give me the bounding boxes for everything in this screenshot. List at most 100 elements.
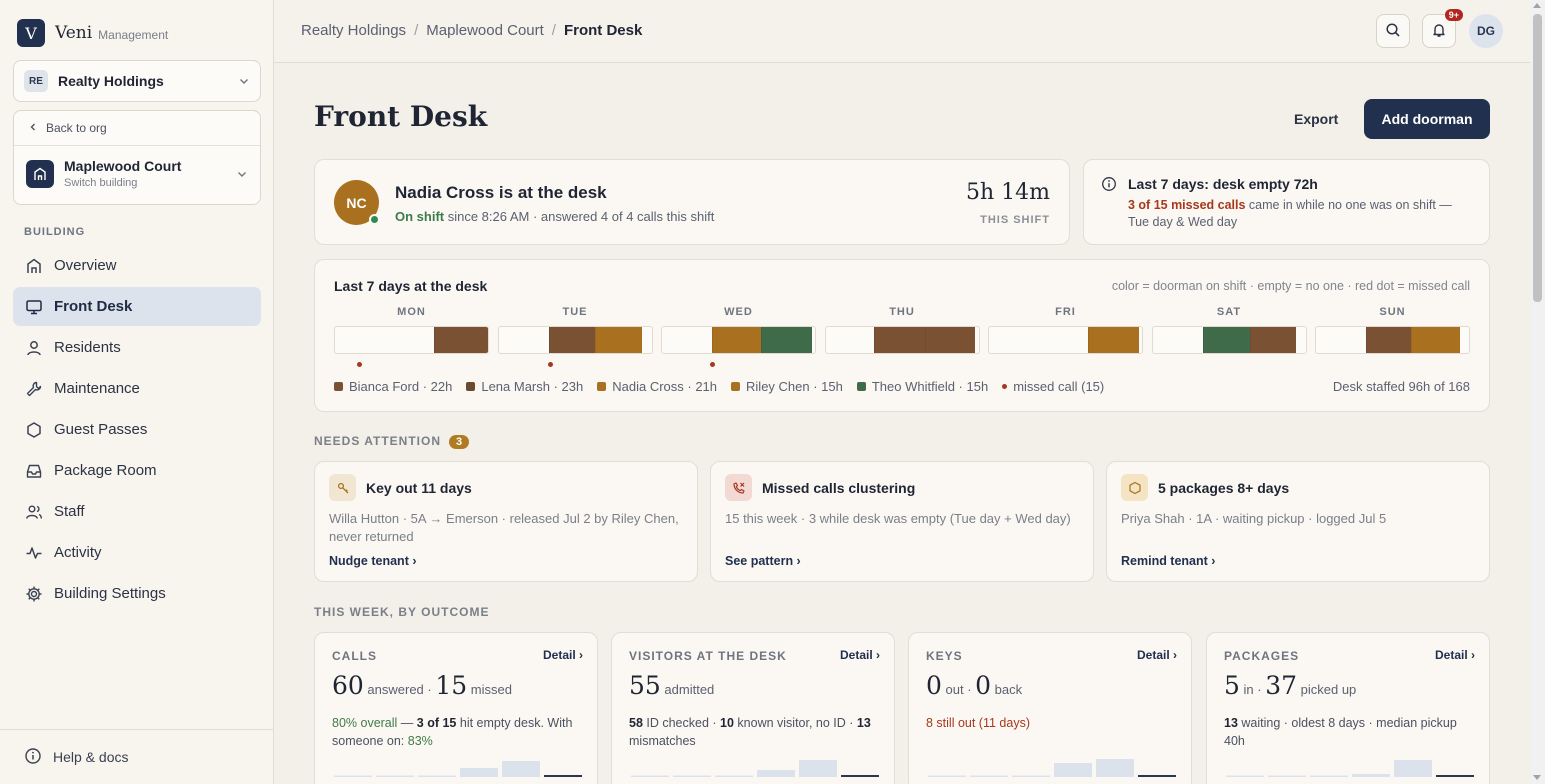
attention-card-packages: 5 packages 8+ days Priya Shah · 1A · wai… (1106, 461, 1490, 582)
shift-segment[interactable] (712, 327, 762, 353)
scrollbar-thumb[interactable] (1533, 14, 1542, 302)
shift-duration-label: THIS SHIFT (980, 214, 1050, 226)
brand-subtitle: Management (98, 27, 169, 42)
nudge-tenant-link[interactable]: Nudge tenant › (329, 554, 417, 568)
sidebar-item-building-settings[interactable]: Building Settings (13, 574, 261, 613)
spark-bar (1138, 775, 1176, 777)
shift-segment[interactable] (924, 327, 976, 353)
sidebar-item-residents[interactable]: Residents (13, 328, 261, 367)
scroll-down-arrow[interactable] (1533, 775, 1541, 780)
kpi-unit: admitted (660, 682, 715, 697)
search-button[interactable] (1376, 14, 1410, 48)
kpi-detail-link[interactable]: Detail › (1137, 648, 1177, 662)
breadcrumb-item[interactable]: Realty Holdings (301, 22, 406, 39)
breadcrumb-item[interactable]: Maplewood Court (426, 22, 544, 39)
shift-segment[interactable] (548, 327, 595, 353)
sidebar-item-package-room[interactable]: Package Room (13, 451, 261, 490)
brand[interactable]: V Veni Management (17, 19, 168, 47)
day-shift-bar[interactable] (1151, 326, 1307, 354)
legend-item: Lena Marsh · 23h (466, 379, 583, 394)
sidebar-item-label: Guest Passes (54, 421, 148, 438)
user-avatar[interactable]: DG (1469, 14, 1503, 48)
kpi-card-visitors: VISITORS AT THE DESK Detail › 55 admitte… (611, 632, 895, 784)
key-icon (329, 474, 356, 501)
shift-segment[interactable] (1410, 327, 1460, 353)
legend-swatch (856, 382, 866, 391)
sidebar-item-overview[interactable]: Overview (13, 246, 261, 285)
shift-segment[interactable] (434, 327, 488, 353)
legend-label: missed call (15) (1013, 379, 1105, 394)
day-column: THU (824, 306, 980, 354)
spark-bar (1012, 775, 1050, 777)
spark-bar (418, 775, 456, 777)
shift-segment[interactable] (874, 327, 925, 353)
scroll-up-arrow[interactable] (1533, 3, 1541, 8)
kpi-detail-link[interactable]: Detail › (840, 648, 880, 662)
kpi-label: VISITORS AT THE DESK (629, 649, 787, 663)
kpi-note-strong: 10 (720, 716, 734, 730)
sidebar-item-label: Overview (54, 257, 117, 274)
week-title: Last 7 days at the desk (334, 278, 488, 294)
shift-segment[interactable] (1250, 327, 1297, 353)
day-shift-bar[interactable] (497, 326, 653, 354)
shift-segment[interactable] (761, 327, 812, 353)
shift-segment[interactable] (1202, 327, 1251, 353)
day-shift-bar[interactable] (661, 326, 816, 354)
building-switcher[interactable]: Maplewood Court Switch building (14, 146, 260, 189)
notifications-button[interactable]: 9+ (1422, 9, 1463, 48)
sidebar-item-maintenance[interactable]: Maintenance (13, 369, 261, 408)
chevron-down-icon (236, 168, 248, 180)
sidebar-item-label: Maintenance (54, 380, 140, 397)
day-shift-bar[interactable] (824, 326, 980, 354)
kpi-card-calls: CALLS Detail › 60 answered · 15 missed 8… (314, 632, 598, 784)
day-shift-bar[interactable] (334, 326, 489, 354)
desk-empty-title: Last 7 days: desk empty 72h (1128, 176, 1318, 192)
day-name: MON (397, 306, 426, 318)
day-column: MON (334, 306, 489, 354)
sidebar-item-staff[interactable]: Staff (13, 492, 261, 531)
day-column: SUN (1315, 306, 1470, 354)
add-doorman-button[interactable]: Add doorman (1364, 99, 1490, 139)
sidebar-item-activity[interactable]: Activity (13, 533, 261, 572)
org-selector[interactable]: RE Realty Holdings (13, 60, 261, 102)
kpi-detail-link[interactable]: Detail › (1435, 648, 1475, 662)
legend-label: Lena Marsh · 23h (481, 379, 584, 394)
export-button[interactable]: Export (1280, 100, 1352, 138)
spark-bar (1054, 763, 1092, 777)
sidebar-item-label: Activity (54, 544, 102, 561)
desk-empty-text: 3 of 15 missed calls came in while no on… (1128, 197, 1473, 231)
scrollbar[interactable] (1530, 0, 1545, 784)
sidebar-item-guest-passes[interactable]: Guest Passes (13, 410, 261, 449)
shift-segment[interactable] (1366, 327, 1411, 353)
shift-segment[interactable] (594, 327, 643, 353)
spark-bar (1268, 775, 1306, 777)
help-docs-link[interactable]: Help & docs (0, 729, 273, 784)
phone-missed-icon (725, 474, 752, 501)
kpi-note-text: mismatches (629, 734, 696, 748)
spark-bar (1352, 774, 1390, 777)
day-shift-bar[interactable] (988, 326, 1143, 354)
attention-title: 5 packages 8+ days (1158, 480, 1290, 496)
day-shift-bar[interactable] (1315, 326, 1470, 354)
shift-segment[interactable] (1088, 327, 1139, 353)
remind-tenant-link[interactable]: Remind tenant › (1121, 554, 1215, 568)
calls-sparkline (334, 761, 582, 777)
org-badge: RE (24, 70, 48, 92)
back-to-org-link[interactable]: Back to org (14, 111, 260, 146)
day-name: SAT (1216, 306, 1242, 318)
sidebar: V Veni Management RE Realty Holdings Bac… (0, 0, 274, 784)
breadcrumb-separator: / (551, 22, 556, 39)
spark-bar (928, 775, 966, 777)
shift-duration: 5h 14m (965, 180, 1050, 205)
current-shift-card: NC Nadia Cross is at the desk On shift s… (314, 159, 1070, 245)
visitors-sparkline (631, 760, 879, 777)
shift-title: Nadia Cross is at the desk (395, 183, 607, 202)
see-pattern-link[interactable]: See pattern › (725, 554, 801, 568)
attention-title: Key out 11 days (366, 480, 472, 496)
building-icon (24, 256, 44, 276)
sidebar-item-front-desk[interactable]: Front Desk (13, 287, 261, 326)
building-card: Back to org Maplewood Court Switch build… (13, 110, 261, 205)
kpi-rate-staffed: 83% (407, 734, 433, 748)
sidebar-item-label: Residents (54, 339, 121, 356)
kpi-detail-link[interactable]: Detail › (543, 648, 583, 662)
